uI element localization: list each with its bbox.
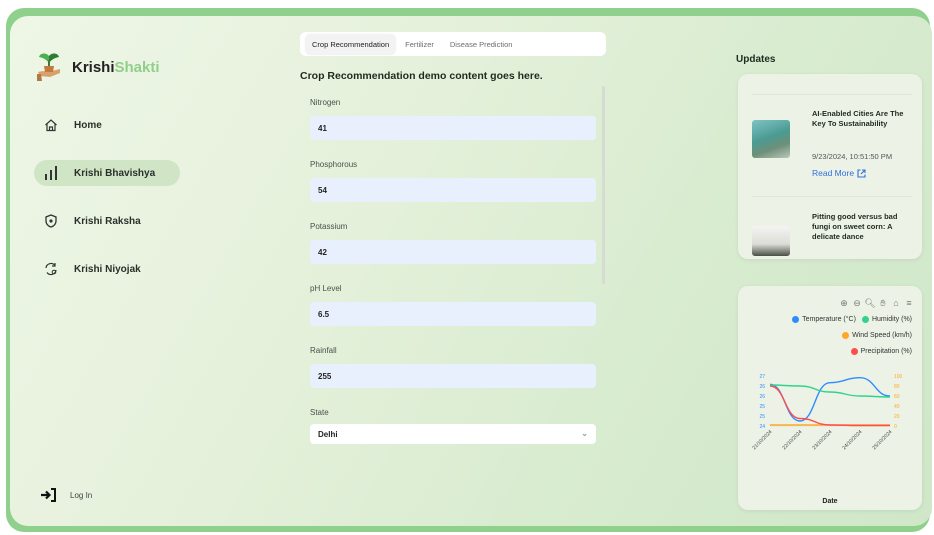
x-axis-tick-label: 25/10/2024 <box>871 429 893 451</box>
legend-label: Precipitation (%) <box>860 348 912 355</box>
y-axis-right-tick-label: 80 <box>894 384 900 390</box>
bar-chart-icon <box>45 166 57 180</box>
refresh-gear-icon <box>45 262 57 276</box>
legend-label: Humidity (%) <box>871 316 912 323</box>
login-label: Log In <box>70 490 93 500</box>
login-button[interactable]: Log In <box>40 488 92 502</box>
chart-legend: Precipitation (%) <box>850 348 912 355</box>
legend-dot <box>850 348 858 355</box>
read-more-label: Read More <box>812 168 855 178</box>
chevron-down-icon: ⌄ <box>581 429 588 438</box>
news-title: Pitting good versus bad fungi on sweet c… <box>812 212 898 241</box>
shield-icon <box>45 214 57 228</box>
legend-label: Temperature (°C) <box>802 316 856 323</box>
brand-name: KrishiShakti <box>72 58 160 76</box>
rainfall-label: Rainfall <box>310 346 337 355</box>
sidebar-item-krishi-bhavishya[interactable]: Krishi Bhavishya <box>34 160 180 186</box>
chart-legend: Temperature (°C) Humidity (%) <box>792 316 912 323</box>
news-thumbnail <box>752 226 790 256</box>
menu-icon[interactable]: ≡ <box>904 298 914 308</box>
zoom-in-icon[interactable]: ⊕ <box>839 298 849 308</box>
legend-label: Wind Speed (km/h) <box>852 332 912 339</box>
sidebar-item-label: Home <box>74 119 102 131</box>
y-axis-right-tick-label: 0 <box>894 424 897 430</box>
tab-crop-recommendation[interactable]: Crop Recommendation <box>306 34 396 54</box>
external-link-icon <box>857 168 866 178</box>
home-icon <box>45 119 57 132</box>
reset-home-icon[interactable]: ⌂ <box>891 298 901 308</box>
tab-fertilizer[interactable]: Fertilizer <box>399 35 440 54</box>
chart-legend: Wind Speed (km/h) <box>842 332 912 339</box>
brand[interactable]: KrishiShakti <box>36 52 160 82</box>
plant-hand-logo-icon <box>37 53 60 81</box>
x-axis-tick-label: 21/10/2024 <box>751 429 773 451</box>
potassium-input[interactable] <box>310 240 596 264</box>
form-scrollbar[interactable] <box>602 86 605 284</box>
x-axis-tick-label: 24/10/2024 <box>841 429 863 451</box>
nitrogen-label: Nitrogen <box>310 98 341 107</box>
x-axis-title: Date <box>822 498 837 505</box>
legend-dot <box>842 332 850 339</box>
sidebar-item-home[interactable]: Home <box>34 112 180 138</box>
news-date: 9/23/2024, 10:51:50 PM <box>812 152 893 161</box>
legend-dot <box>861 316 869 323</box>
phosphorous-label: Phosphorous <box>310 160 358 169</box>
nitrogen-input[interactable] <box>310 116 596 140</box>
news-thumbnail <box>752 120 790 158</box>
divider <box>752 94 912 95</box>
y-axis-left-tick-label: 27 <box>759 374 765 380</box>
news-title: AI-Enabled Cities Are The Key To Sustain… <box>812 109 904 128</box>
x-axis-tick-label: 23/10/2024 <box>811 429 833 451</box>
series-line <box>769 376 891 422</box>
sidebar-item-label: Krishi Bhavishya <box>74 167 156 179</box>
y-axis-right-tick-label: 40 <box>894 404 900 410</box>
login-icon <box>41 488 56 502</box>
selection-zoom-icon[interactable]: 🔍︎ <box>864 298 875 308</box>
y-axis-left-tick-label: 26 <box>759 384 765 390</box>
app-window: KrishiShakti Home Krishi Bhavishya Krish… <box>10 16 932 526</box>
sidebar-item-label: Krishi Niyojak <box>74 263 141 275</box>
state-select-value: Delhi <box>318 429 338 439</box>
divider <box>752 196 912 197</box>
y-axis-left-tick-label: 25 <box>759 404 765 410</box>
legend-item[interactable]: Wind Speed (km/h) <box>842 332 912 339</box>
x-axis-tick-label: 22/10/2024 <box>781 429 803 451</box>
sidebar-item-label: Krishi Raksha <box>74 215 141 227</box>
tab-disease-prediction[interactable]: Disease Prediction <box>444 35 519 54</box>
content-title: Crop Recommendation demo content goes he… <box>300 70 543 82</box>
potassium-label: Potassium <box>310 222 348 231</box>
y-axis-left-tick-label: 24 <box>759 424 765 430</box>
ph-level-label: pH Level <box>310 284 342 293</box>
phosphorous-input[interactable] <box>310 178 596 202</box>
weather-line-chart: 27 26 26 25 25 24 100 80 60 40 20 0 21/10/2024 22/10/… <box>751 374 903 505</box>
updates-title: Updates <box>736 54 776 65</box>
tab-bar: Crop Recommendation Fertilizer Disease P… <box>300 32 606 56</box>
chart-toolbar: ⊕ ⊖ 🔍︎ ✋︎ ⌂ ≡ <box>839 298 914 309</box>
read-more-link[interactable]: Read More <box>812 168 866 178</box>
y-axis-right-tick-label: 100 <box>894 374 903 380</box>
rainfall-input[interactable] <box>310 364 596 388</box>
y-axis-right-tick-label: 60 <box>894 394 900 400</box>
pan-hand-icon[interactable]: ✋︎ <box>878 298 888 308</box>
y-axis-left-tick-label: 25 <box>759 414 765 420</box>
sidebar-item-krishi-niyojak[interactable]: Krishi Niyojak <box>34 256 180 282</box>
news-card: AI-Enabled Cities Are The Key To Sustain… <box>738 74 922 259</box>
state-select[interactable]: Delhi ⌄ <box>310 424 596 444</box>
zoom-out-icon[interactable]: ⊖ <box>852 298 862 308</box>
legend-item[interactable]: Temperature (°C) <box>792 316 856 323</box>
series-line <box>769 384 891 398</box>
weather-chart-card: ⊕ ⊖ 🔍︎ ✋︎ ⌂ ≡ Temperature (°C) Humidity … <box>738 286 922 510</box>
legend-item[interactable]: Precipitation (%) <box>850 348 912 355</box>
ph-level-input[interactable] <box>310 302 596 326</box>
legend-dot <box>792 316 800 323</box>
state-label: State <box>310 408 329 417</box>
legend-item[interactable]: Humidity (%) <box>861 316 912 323</box>
y-axis-right-tick-label: 20 <box>894 414 900 420</box>
y-axis-left-tick-label: 26 <box>759 394 765 400</box>
sidebar-item-krishi-raksha[interactable]: Krishi Raksha <box>34 208 180 234</box>
